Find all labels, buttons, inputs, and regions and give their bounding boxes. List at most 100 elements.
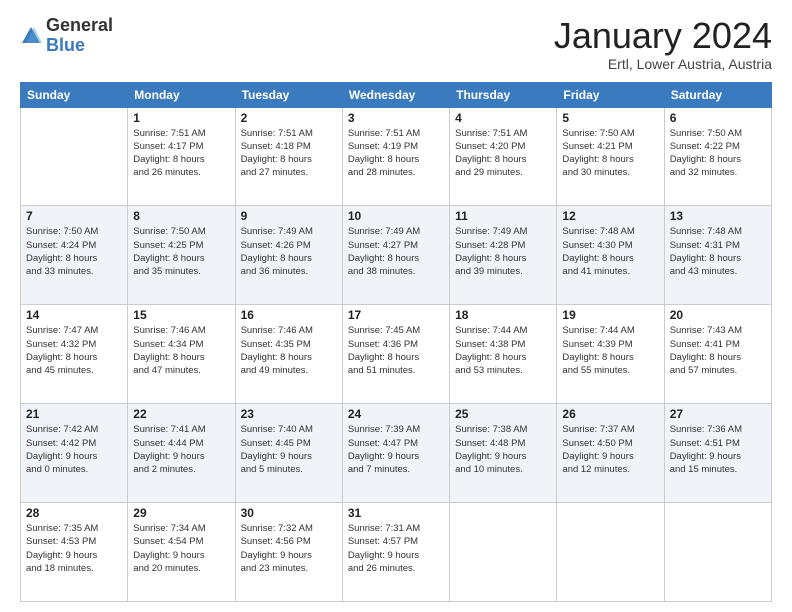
calendar-cell: 16 Sunrise: 7:46 AM Sunset: 4:35 PM Dayli… — [235, 305, 342, 404]
calendar-cell — [21, 107, 128, 206]
day-number: 22 — [133, 407, 229, 421]
calendar-cell: 10 Sunrise: 7:49 AM Sunset: 4:27 PM Dayli… — [342, 206, 449, 305]
day-number: 24 — [348, 407, 444, 421]
calendar-cell: 29 Sunrise: 7:34 AM Sunset: 4:54 PM Dayli… — [128, 503, 235, 602]
day-info: Sunrise: 7:39 AM Sunset: 4:47 PM Dayligh… — [348, 423, 444, 476]
calendar-cell: 14 Sunrise: 7:47 AM Sunset: 4:32 PM Dayli… — [21, 305, 128, 404]
logo-text: General Blue — [46, 16, 113, 56]
calendar-cell: 9 Sunrise: 7:49 AM Sunset: 4:26 PM Daylig… — [235, 206, 342, 305]
day-info: Sunrise: 7:48 AM Sunset: 4:31 PM Dayligh… — [670, 225, 766, 278]
calendar-cell: 23Sunrise: 7:40 AM Sunset: 4:45 PM Dayli… — [235, 404, 342, 503]
day-number: 16 — [241, 308, 337, 322]
day-number: 7 — [26, 209, 122, 223]
calendar-cell: 7Sunrise: 7:50 AM Sunset: 4:24 PM Daylig… — [21, 206, 128, 305]
day-info: Sunrise: 7:51 AM Sunset: 4:19 PM Dayligh… — [348, 127, 444, 180]
day-info: Sunrise: 7:42 AM Sunset: 4:42 PM Dayligh… — [26, 423, 122, 476]
day-info: Sunrise: 7:48 AM Sunset: 4:30 PM Dayligh… — [562, 225, 658, 278]
calendar-cell: 31Sunrise: 7:31 AM Sunset: 4:57 PM Dayli… — [342, 503, 449, 602]
day-number: 9 — [241, 209, 337, 223]
day-info: Sunrise: 7:50 AM Sunset: 4:22 PM Dayligh… — [670, 127, 766, 180]
day-info: Sunrise: 7:50 AM Sunset: 4:25 PM Dayligh… — [133, 225, 229, 278]
calendar-table: Sunday Monday Tuesday Wednesday Thursday… — [20, 82, 772, 602]
day-info: Sunrise: 7:36 AM Sunset: 4:51 PM Dayligh… — [670, 423, 766, 476]
col-friday: Friday — [557, 82, 664, 107]
location-subtitle: Ertl, Lower Austria, Austria — [554, 56, 772, 72]
calendar-cell: 15Sunrise: 7:46 AM Sunset: 4:34 PM Dayli… — [128, 305, 235, 404]
calendar-cell: 22 Sunrise: 7:41 AM Sunset: 4:44 PM Dayli… — [128, 404, 235, 503]
day-info: Sunrise: 7:47 AM Sunset: 4:32 PM Dayligh… — [26, 324, 122, 377]
day-number: 8 — [133, 209, 229, 223]
day-info: Sunrise: 7:32 AM Sunset: 4:56 PM Dayligh… — [241, 522, 337, 575]
day-info: Sunrise: 7:37 AM Sunset: 4:50 PM Dayligh… — [562, 423, 658, 476]
calendar-cell: 8 Sunrise: 7:50 AM Sunset: 4:25 PM Daylig… — [128, 206, 235, 305]
day-number: 4 — [455, 111, 551, 125]
day-number: 13 — [670, 209, 766, 223]
day-number: 3 — [348, 111, 444, 125]
calendar-week-row: 1Sunrise: 7:51 AM Sunset: 4:17 PM Daylig… — [21, 107, 772, 206]
calendar-cell: 5 Sunrise: 7:50 AM Sunset: 4:21 PM Daylig… — [557, 107, 664, 206]
title-block: January 2024 Ertl, Lower Austria, Austri… — [554, 16, 772, 72]
calendar-cell: 11 Sunrise: 7:49 AM Sunset: 4:28 PM Dayli… — [450, 206, 557, 305]
day-number: 25 — [455, 407, 551, 421]
day-info: Sunrise: 7:45 AM Sunset: 4:36 PM Dayligh… — [348, 324, 444, 377]
day-info: Sunrise: 7:49 AM Sunset: 4:27 PM Dayligh… — [348, 225, 444, 278]
day-info: Sunrise: 7:38 AM Sunset: 4:48 PM Dayligh… — [455, 423, 551, 476]
calendar-cell: 26 Sunrise: 7:37 AM Sunset: 4:50 PM Dayli… — [557, 404, 664, 503]
col-sunday: Sunday — [21, 82, 128, 107]
calendar-cell: 21Sunrise: 7:42 AM Sunset: 4:42 PM Dayli… — [21, 404, 128, 503]
calendar-cell: 30 Sunrise: 7:32 AM Sunset: 4:56 PM Dayli… — [235, 503, 342, 602]
calendar-week-row: 21Sunrise: 7:42 AM Sunset: 4:42 PM Dayli… — [21, 404, 772, 503]
day-number: 12 — [562, 209, 658, 223]
col-wednesday: Wednesday — [342, 82, 449, 107]
calendar-cell: 18Sunrise: 7:44 AM Sunset: 4:38 PM Dayli… — [450, 305, 557, 404]
calendar-week-row: 7Sunrise: 7:50 AM Sunset: 4:24 PM Daylig… — [21, 206, 772, 305]
day-info: Sunrise: 7:46 AM Sunset: 4:34 PM Dayligh… — [133, 324, 229, 377]
day-number: 23 — [241, 407, 337, 421]
day-number: 2 — [241, 111, 337, 125]
col-thursday: Thursday — [450, 82, 557, 107]
month-title: January 2024 — [554, 16, 772, 56]
calendar-cell: 24 Sunrise: 7:39 AM Sunset: 4:47 PM Dayli… — [342, 404, 449, 503]
calendar-page: General Blue January 2024 Ertl, Lower Au… — [0, 0, 792, 612]
col-saturday: Saturday — [664, 82, 771, 107]
day-number: 19 — [562, 308, 658, 322]
day-info: Sunrise: 7:34 AM Sunset: 4:54 PM Dayligh… — [133, 522, 229, 575]
day-number: 17 — [348, 308, 444, 322]
calendar-cell: 6 Sunrise: 7:50 AM Sunset: 4:22 PM Daylig… — [664, 107, 771, 206]
calendar-cell: 1Sunrise: 7:51 AM Sunset: 4:17 PM Daylig… — [128, 107, 235, 206]
day-number: 20 — [670, 308, 766, 322]
day-info: Sunrise: 7:51 AM Sunset: 4:17 PM Dayligh… — [133, 127, 229, 180]
day-info: Sunrise: 7:51 AM Sunset: 4:18 PM Dayligh… — [241, 127, 337, 180]
calendar-cell: 28Sunrise: 7:35 AM Sunset: 4:53 PM Dayli… — [21, 503, 128, 602]
day-number: 18 — [455, 308, 551, 322]
day-number: 14 — [26, 308, 122, 322]
calendar-cell — [664, 503, 771, 602]
calendar-cell: 17 Sunrise: 7:45 AM Sunset: 4:36 PM Dayli… — [342, 305, 449, 404]
day-info: Sunrise: 7:50 AM Sunset: 4:21 PM Dayligh… — [562, 127, 658, 180]
day-number: 11 — [455, 209, 551, 223]
day-info: Sunrise: 7:51 AM Sunset: 4:20 PM Dayligh… — [455, 127, 551, 180]
day-info: Sunrise: 7:49 AM Sunset: 4:28 PM Dayligh… — [455, 225, 551, 278]
day-number: 30 — [241, 506, 337, 520]
day-number: 10 — [348, 209, 444, 223]
calendar-cell: 20 Sunrise: 7:43 AM Sunset: 4:41 PM Dayli… — [664, 305, 771, 404]
calendar-cell: 25 Sunrise: 7:38 AM Sunset: 4:48 PM Dayli… — [450, 404, 557, 503]
day-info: Sunrise: 7:43 AM Sunset: 4:41 PM Dayligh… — [670, 324, 766, 377]
day-info: Sunrise: 7:49 AM Sunset: 4:26 PM Dayligh… — [241, 225, 337, 278]
calendar-week-row: 28Sunrise: 7:35 AM Sunset: 4:53 PM Dayli… — [21, 503, 772, 602]
day-number: 5 — [562, 111, 658, 125]
calendar-cell: 12 Sunrise: 7:48 AM Sunset: 4:30 PM Dayli… — [557, 206, 664, 305]
calendar-cell: 27Sunrise: 7:36 AM Sunset: 4:51 PM Dayli… — [664, 404, 771, 503]
logo: General Blue — [20, 16, 113, 56]
day-number: 29 — [133, 506, 229, 520]
day-info: Sunrise: 7:31 AM Sunset: 4:57 PM Dayligh… — [348, 522, 444, 575]
day-info: Sunrise: 7:44 AM Sunset: 4:39 PM Dayligh… — [562, 324, 658, 377]
col-monday: Monday — [128, 82, 235, 107]
day-number: 6 — [670, 111, 766, 125]
calendar-cell — [450, 503, 557, 602]
day-info: Sunrise: 7:41 AM Sunset: 4:44 PM Dayligh… — [133, 423, 229, 476]
day-number: 26 — [562, 407, 658, 421]
calendar-cell: 19 Sunrise: 7:44 AM Sunset: 4:39 PM Dayli… — [557, 305, 664, 404]
day-info: Sunrise: 7:46 AM Sunset: 4:35 PM Dayligh… — [241, 324, 337, 377]
day-info: Sunrise: 7:35 AM Sunset: 4:53 PM Dayligh… — [26, 522, 122, 575]
